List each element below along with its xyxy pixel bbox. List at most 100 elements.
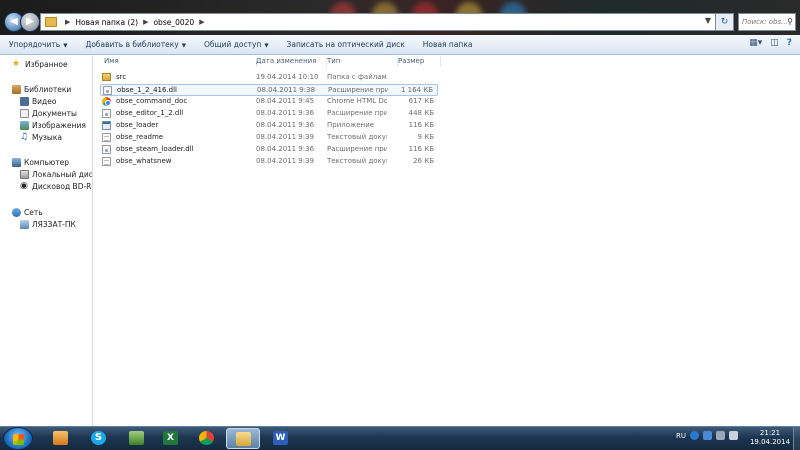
chevron-right-icon[interactable]: ▶ — [143, 18, 148, 26]
file-row[interactable]: obse_steam_loader.dll 08.04.2011 9:36 Ра… — [100, 144, 438, 156]
column-header-name[interactable]: Имя — [104, 57, 257, 67]
file-type: Текстовый докум... — [327, 157, 387, 165]
nav-item-label: Изображения — [32, 121, 86, 130]
nav-computer-label: Компьютер — [24, 158, 69, 167]
file-size: 9 КБ — [417, 133, 434, 141]
nav-item-documents[interactable]: Документы — [20, 109, 77, 118]
file-type: Chrome HTML Do... — [327, 97, 387, 105]
start-button[interactable] — [3, 427, 33, 450]
file-size: 1 164 КБ — [400, 86, 433, 94]
nav-item-images[interactable]: Изображения — [20, 121, 86, 130]
chevron-down-icon: ▼ — [181, 43, 186, 49]
action-center-icon[interactable] — [703, 431, 712, 440]
nav-item-label: Дисковод BD-ROM — [32, 182, 92, 191]
nav-favorites-label: Избранное — [25, 60, 68, 69]
nav-item-label: Музыка — [32, 133, 62, 142]
file-date: 08.04.2011 9:36 — [256, 145, 315, 153]
refresh-button[interactable]: ↻ — [716, 13, 734, 31]
nav-item-local-disk[interactable]: Локальный диск (C — [20, 170, 92, 179]
taskbar-network-app[interactable] — [120, 428, 154, 449]
music-library-icon: ♫ — [20, 132, 29, 142]
column-divider[interactable] — [440, 57, 441, 67]
command-bar: Упорядочить ▼ Добавить в библиотеку ▼ Общи… — [0, 35, 800, 55]
help-icon[interactable]: ? — [787, 38, 792, 48]
chevron-down-icon[interactable]: ▼ — [705, 16, 711, 25]
file-row[interactable]: obse_readme 08.04.2011 9:39 Текстовый до… — [100, 132, 438, 144]
nav-network[interactable]: Сеть — [12, 208, 43, 217]
file-name: obse_command_doc — [116, 97, 188, 105]
folder-icon — [102, 73, 111, 81]
nav-item-network-host[interactable]: ЛЯЗЗАТ-ПК — [20, 220, 76, 229]
add-to-library-button[interactable]: Добавить в библиотеку ▼ — [76, 40, 195, 49]
language-indicator[interactable]: RU — [676, 432, 686, 440]
nav-item-label: ЛЯЗЗАТ-ПК — [32, 220, 76, 229]
nav-libraries-label: Библиотеки — [24, 85, 72, 94]
taskbar-word[interactable]: W — [264, 428, 298, 449]
breadcrumb-item[interactable]: obse_0020 — [153, 18, 194, 27]
organize-button[interactable]: Упорядочить ▼ — [0, 40, 76, 49]
chevron-right-icon[interactable]: ▶ — [65, 18, 70, 26]
volume-icon[interactable] — [729, 431, 738, 440]
nav-item-video[interactable]: Видео — [20, 97, 56, 106]
file-date: 19.04.2014 10:10 — [256, 73, 319, 81]
add-to-library-label: Добавить в библиотеку — [85, 40, 179, 49]
clock[interactable]: 21:21 19.04.2014 — [748, 429, 792, 447]
file-date: 08.04.2011 9:39 — [256, 157, 315, 165]
nav-network-label: Сеть — [24, 208, 43, 217]
chevron-right-icon[interactable]: ▶ — [199, 18, 204, 26]
nav-item-label: Видео — [32, 97, 57, 106]
network-computer-icon — [20, 220, 29, 229]
share-button[interactable]: Общий доступ ▼ — [195, 40, 278, 49]
folder-icon — [45, 17, 57, 27]
documents-library-icon — [20, 109, 29, 118]
new-folder-button[interactable]: Новая папка — [414, 40, 482, 49]
show-desktop-button[interactable] — [793, 427, 800, 450]
file-date: 08.04.2011 9:36 — [256, 109, 315, 117]
file-row[interactable]: obse_editor_1_2.dll 08.04.2011 9:36 Расш… — [100, 108, 438, 120]
address-bar[interactable]: ▶ Новая папка (2) ▶ obse_0020 ▶ ▼ — [40, 13, 716, 31]
taskbar-excel[interactable]: X — [154, 428, 188, 449]
breadcrumb-item[interactable]: Новая папка (2) — [75, 18, 138, 27]
nav-item-music[interactable]: ♫ Музыка — [20, 132, 62, 143]
file-size: 26 КБ — [413, 157, 434, 165]
media-player-icon — [53, 431, 68, 445]
system-tray: RU — [676, 431, 738, 440]
column-header-date[interactable]: Дата изменения — [256, 57, 327, 67]
file-row[interactable]: obse_loader 08.04.2011 9:36 Приложение 1… — [100, 120, 438, 132]
file-name: obse_whatsnew — [116, 157, 172, 165]
text-file-icon — [102, 157, 111, 166]
file-row[interactable]: src 19.04.2014 10:10 Папка с файлами — [100, 72, 438, 84]
preview-pane-icon[interactable]: ◫ — [770, 38, 779, 48]
network-tray-icon[interactable] — [716, 431, 725, 440]
column-header-size[interactable]: Размер — [398, 57, 441, 67]
taskbar: S X W RU 21:21 19.04.2014 — [0, 426, 800, 450]
forward-button[interactable]: ▶ — [20, 12, 40, 32]
column-header-type[interactable]: Тип — [327, 57, 398, 67]
file-row[interactable]: obse_whatsnew 08.04.2011 9:39 Текстовый … — [100, 156, 438, 168]
nav-favorites[interactable]: ★ Избранное — [12, 60, 68, 70]
file-row-selected[interactable]: obse_1_2_416.dll 08.04.2011 9:38 Расшире… — [100, 84, 438, 96]
windows-logo-icon — [13, 434, 24, 445]
nav-computer[interactable]: Компьютер — [12, 158, 69, 167]
search-icon: ⚲ — [787, 17, 793, 26]
burn-button[interactable]: Записать на оптический диск — [278, 40, 414, 49]
file-row[interactable]: obse_command_doc 08.04.2011 9:45 Chrome … — [100, 96, 438, 108]
help-tray-icon[interactable] — [690, 431, 699, 440]
search-input[interactable]: Поиск: obs... ⚲ — [738, 13, 796, 31]
explorer-icon — [236, 432, 251, 446]
video-library-icon — [20, 97, 29, 106]
chevron-down-icon: ▼ — [63, 43, 68, 49]
share-label: Общий доступ — [203, 40, 262, 49]
taskbar-skype[interactable]: S — [82, 428, 116, 449]
title-address-bar: ◀ ▶ ▶ Новая папка (2) ▶ obse_0020 ▶ ▼ ↻ … — [0, 0, 800, 35]
word-icon: W — [273, 431, 288, 445]
taskbar-media-player[interactable] — [44, 428, 78, 449]
taskbar-explorer[interactable] — [226, 428, 260, 449]
taskbar-chrome[interactable] — [190, 428, 224, 449]
view-options-icon[interactable]: ▦▾ — [749, 38, 762, 48]
file-name: obse_loader — [116, 121, 159, 129]
nav-libraries[interactable]: Библиотеки — [12, 85, 71, 94]
network-app-icon — [129, 431, 144, 445]
new-folder-label: Новая папка — [422, 40, 473, 49]
nav-item-bd-rom[interactable]: ◉ Дисковод BD-ROM — [20, 182, 92, 192]
